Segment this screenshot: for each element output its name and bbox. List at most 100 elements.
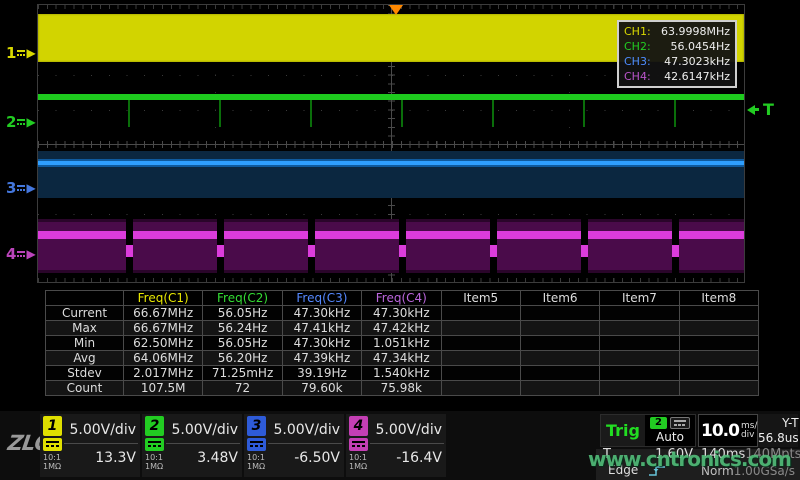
trigger-level-marker[interactable]: T: [747, 100, 774, 119]
measure-cell: 71.25mHz: [203, 366, 282, 381]
measure-cell: 79.60k: [282, 381, 361, 396]
channel-3-settings-block[interactable]: 3 10:11MΩ5.00V/div-6.50V: [244, 414, 344, 477]
channel-2-position-marker[interactable]: 2▶: [6, 113, 36, 131]
measure-cell: 56.20Hz: [203, 351, 282, 366]
channel-1-position-marker[interactable]: 1▶: [6, 44, 36, 62]
trigger-position-marker-icon[interactable]: [389, 5, 403, 15]
measure-cell: [679, 366, 758, 381]
measure-cell: [441, 381, 520, 396]
dc-coupling-icon: [349, 438, 368, 451]
freq-channel-label: CH3:: [624, 55, 651, 68]
channel-badge[interactable]: 3: [247, 416, 266, 436]
ch4-waveform-fill[interactable]: [38, 219, 744, 273]
ch3-waveform[interactable]: [38, 159, 744, 167]
left-arrow-icon: [747, 105, 755, 115]
measure-cell: [679, 306, 758, 321]
measure-row: Count107.5M7279.60k75.98k: [46, 381, 759, 396]
measure-cell: 75.98k: [362, 381, 441, 396]
measure-cell: 47.34kHz: [362, 351, 441, 366]
coupling-icon: [17, 119, 25, 126]
freq-value: 47.3023kHz: [664, 55, 730, 68]
channel-2-settings-block[interactable]: 210:11MΩ5.00V/div3.48V: [142, 414, 242, 477]
measure-row-label: Stdev: [46, 366, 124, 381]
freq-channel-label: CH2:: [624, 40, 651, 53]
measure-cell: [520, 336, 599, 351]
measure-row: Stdev2.017MHz71.25mHz39.19Hz1.540kHz: [46, 366, 759, 381]
measure-row: Max66.67MHz56.24Hz47.41kHz47.42kHz: [46, 321, 759, 336]
ch2-spike: [128, 100, 130, 127]
channel-4-position-marker[interactable]: 4▶: [6, 245, 36, 263]
measure-cell: 107.5M: [124, 381, 203, 396]
measure-cell: 62.50MHz: [124, 336, 203, 351]
freq-channel-label: CH1:: [624, 25, 651, 38]
measure-row-label: Current: [46, 306, 124, 321]
ch2-spike: [492, 100, 494, 127]
measure-cell: [520, 351, 599, 366]
trigger-source-badge[interactable]: 2: [650, 417, 667, 429]
ch2-spike: [310, 100, 312, 127]
freq-overlay-row: CH1:63.9998MHz: [624, 25, 730, 38]
ch2-spike: [674, 100, 676, 127]
measure-cell: 47.30kHz: [282, 306, 361, 321]
ch4-runt-pulse: [581, 245, 588, 257]
volts-per-div: 5.00V/div: [370, 416, 444, 444]
channel-offset: -6.50V: [268, 446, 342, 470]
measure-cell: [679, 351, 758, 366]
measure-cell: 66.67MHz: [124, 321, 203, 336]
dc-coupling-icon: [145, 438, 164, 451]
volts-per-div: 5.00V/div: [268, 416, 342, 444]
measure-column-header: Freq(C1): [124, 291, 203, 306]
timebase-scale-box[interactable]: 10.0 ms/ div: [698, 414, 758, 447]
measure-column-header: Item5: [441, 291, 520, 306]
measure-cell: [600, 351, 679, 366]
channel-badge[interactable]: 4: [349, 416, 368, 436]
measure-cell: [441, 321, 520, 336]
probe-ratio: 10:11MΩ: [145, 453, 164, 471]
ch4-waveform[interactable]: [38, 231, 744, 239]
freq-value: 56.0454Hz: [670, 40, 730, 53]
measure-cell: 47.41kHz: [282, 321, 361, 336]
channel-number: 1: [6, 44, 16, 62]
ch4-runt-pulse: [126, 245, 133, 257]
channel-offset: 13.3V: [64, 446, 138, 470]
measure-cell: [600, 381, 679, 396]
measure-column-header: Freq(C4): [362, 291, 441, 306]
measure-row-label: Avg: [46, 351, 124, 366]
measurement-table: Freq(C1)Freq(C2)Freq(C3)Freq(C4)Item5Ite…: [45, 290, 759, 396]
measure-column-header: [46, 291, 124, 306]
freq-channel-label: CH4:: [624, 70, 651, 83]
measure-cell: 56.05Hz: [203, 336, 282, 351]
probe-ratio: 10:11MΩ: [43, 453, 62, 471]
measure-cell: 1.540kHz: [362, 366, 441, 381]
ch2-waveform[interactable]: [38, 94, 744, 100]
trig-label: Trig: [601, 415, 645, 446]
coupling-icon: [17, 50, 25, 57]
measure-cell: 2.017MHz: [124, 366, 203, 381]
display-mode: Y-T: [782, 416, 798, 430]
measure-column-header: Item7: [600, 291, 679, 306]
channel-1-settings-block[interactable]: 110:11MΩ5.00V/div13.3V: [40, 414, 140, 477]
measure-row-label: Min: [46, 336, 124, 351]
trigger-level-label: T: [763, 100, 774, 119]
freq-value: 42.6147kHz: [664, 70, 730, 83]
measure-cell: [520, 306, 599, 321]
probe-ratio: 10:11MΩ: [247, 453, 266, 471]
measure-cell: [600, 366, 679, 381]
channel-badge[interactable]: 1: [43, 416, 62, 436]
channel-4-settings-block[interactable]: 410:11MΩ5.00V/div-16.4V: [346, 414, 446, 477]
measure-row-label: Max: [46, 321, 124, 336]
ch4-runt-pulse: [672, 245, 679, 257]
measure-row-label: Count: [46, 381, 124, 396]
measure-cell: [441, 336, 520, 351]
measure-cell: [679, 336, 758, 351]
channel-badge[interactable]: 2: [145, 416, 164, 436]
ch4-runt-pulse: [490, 245, 497, 257]
measure-cell: 56.05Hz: [203, 306, 282, 321]
right-arrow-icon: ▶: [26, 46, 35, 60]
measure-cell: [600, 321, 679, 336]
channel-3-position-marker[interactable]: 3▶: [6, 179, 36, 197]
trigger-mode[interactable]: Auto: [656, 429, 684, 445]
measure-cell: [600, 336, 679, 351]
measure-row: Current66.67MHz56.05Hz47.30kHz47.30kHz: [46, 306, 759, 321]
freq-overlay-row: CH2: 56.0454Hz: [624, 40, 730, 53]
